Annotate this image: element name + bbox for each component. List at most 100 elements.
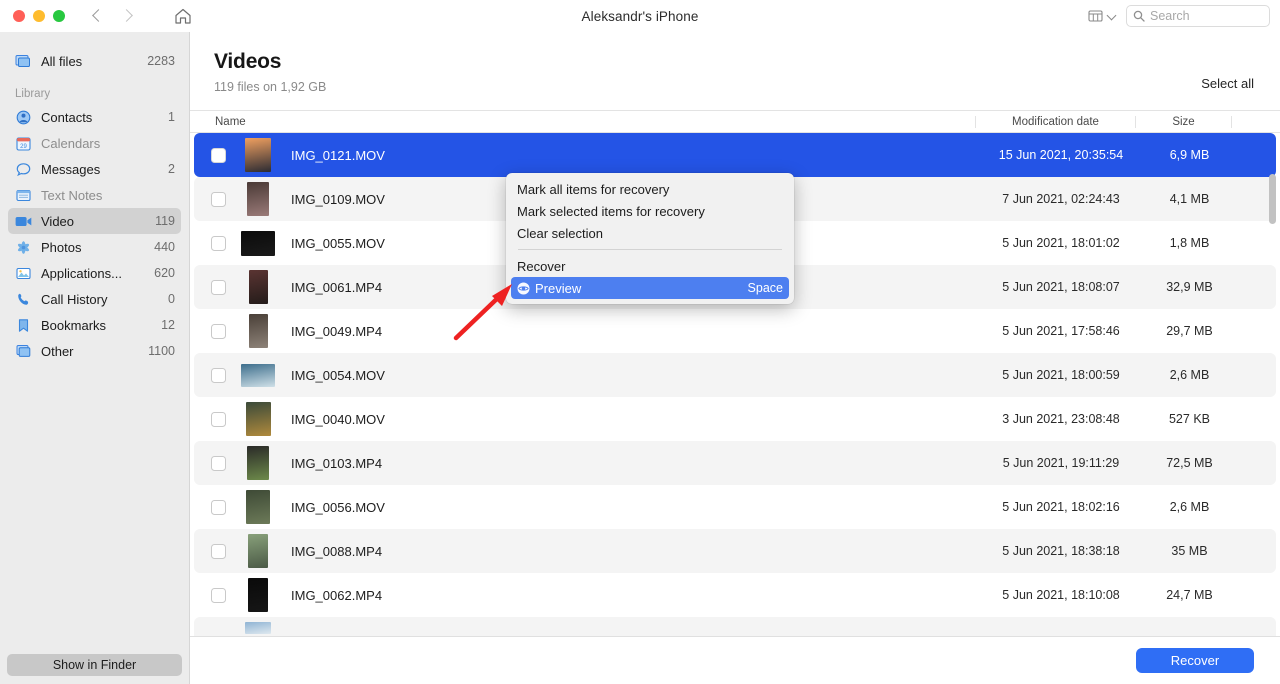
page-subtitle: 119 files on 1,92 GB (214, 80, 327, 94)
search-field[interactable] (1126, 5, 1270, 27)
row-checkbox[interactable] (211, 499, 226, 515)
sidebar-item-contacts[interactable]: Contacts 1 (8, 104, 181, 130)
file-modification-date: 7 Jun 2021, 02:24:43 (1002, 192, 1120, 206)
applications-icon (14, 266, 32, 281)
sidebar-item-count: 0 (168, 292, 175, 306)
sidebar-item-messages[interactable]: Messages 2 (8, 156, 181, 182)
messages-icon (14, 162, 32, 177)
file-size: 72,5 MB (1166, 456, 1213, 470)
file-size: 527 KB (1168, 412, 1210, 426)
column-header-name[interactable]: Name (190, 116, 975, 128)
context-menu-item-recover[interactable]: Recover (511, 255, 789, 277)
file-modification-date: 5 Jun 2021, 18:38:18 (1002, 544, 1120, 558)
sidebar: All files 2283 Library Contacts 1 29 Calend… (0, 32, 190, 684)
vertical-scrollbar[interactable] (1269, 136, 1276, 644)
context-menu-item-mark-selected-items-for-recovery[interactable]: Mark selected items for recovery (511, 200, 789, 222)
recover-button[interactable]: Recover (1136, 648, 1254, 673)
main-header: Videos 119 files on 1,92 GB Select all (190, 32, 1280, 110)
bottom-bar: Recover (190, 636, 1280, 684)
file-thumbnail (241, 490, 275, 524)
app-window: Aleksandr's iPhone Search All files 2283… (0, 0, 1280, 684)
file-name: IMG_0121.MOV (291, 147, 385, 163)
row-checkbox[interactable] (211, 367, 226, 383)
sidebar-item-calendars[interactable]: 29 Calendars (8, 130, 181, 156)
file-thumbnail (241, 534, 275, 568)
sidebar-item-count: 1100 (148, 344, 175, 358)
file-modification-date: 3 Jun 2021, 23:08:48 (1002, 412, 1120, 426)
sidebar-item-label: Call History (41, 291, 108, 307)
sidebar-item-bookmarks[interactable]: Bookmarks 12 (8, 312, 181, 338)
file-name: IMG_0040.MOV (291, 411, 385, 427)
file-size: 1,8 MB (1169, 236, 1210, 250)
search-icon (1133, 10, 1145, 22)
menu-item-label: Mark selected items for recovery (517, 203, 705, 219)
column-header-date[interactable]: Modification date (975, 115, 1135, 128)
svg-text:29: 29 (20, 144, 27, 150)
table-row[interactable]: IMG_0049.MP4 5 Jun 2021, 17:58:46 29,7 MB (194, 309, 1276, 353)
file-modification-date: 5 Jun 2021, 18:02:16 (1002, 500, 1120, 514)
page-title: Videos (214, 50, 282, 73)
sidebar-item-count: 620 (154, 266, 175, 280)
select-all-button[interactable]: Select all (1201, 76, 1254, 91)
table-row[interactable]: IMG_0103.MP4 5 Jun 2021, 19:11:29 72,5 MB (194, 441, 1276, 485)
file-modification-date: 15 Jun 2021, 20:35:54 (998, 148, 1124, 162)
sidebar-section-label: Library (15, 88, 51, 100)
table-row[interactable]: IMG_0054.MOV 5 Jun 2021, 18:00:59 2,6 MB (194, 353, 1276, 397)
row-checkbox[interactable] (211, 323, 226, 339)
sidebar-item-label: Other (41, 343, 74, 359)
file-size: 2,6 MB (1169, 368, 1210, 382)
file-modification-date: 5 Jun 2021, 18:01:02 (1002, 236, 1120, 250)
sidebar-item-label: Messages (41, 161, 101, 177)
column-header-size[interactable]: Size (1135, 115, 1232, 128)
context-menu-item-clear-selection[interactable]: Clear selection (511, 222, 789, 244)
context-menu[interactable]: Mark all items for recovery Mark selected… (506, 173, 794, 304)
sidebar-item-label: Photos (41, 239, 82, 255)
table-row[interactable]: IMG_0056.MOV 5 Jun 2021, 18:02:16 2,6 MB (194, 485, 1276, 529)
file-thumbnail (241, 402, 275, 436)
sidebar-item-all-files[interactable]: All files 2283 (8, 48, 181, 74)
scrollbar-thumb[interactable] (1269, 174, 1276, 224)
file-thumbnail (241, 578, 275, 612)
notes-icon (14, 188, 32, 203)
row-checkbox[interactable] (211, 543, 226, 559)
sidebar-item-photos[interactable]: Photos 440 (8, 234, 181, 260)
file-thumbnail (241, 446, 275, 480)
row-checkbox[interactable] (211, 279, 226, 295)
table-row[interactable]: IMG_0088.MP4 5 Jun 2021, 18:38:18 35 MB (194, 529, 1276, 573)
view-mode-button[interactable] (1085, 7, 1120, 25)
chevron-down-icon (1108, 12, 1117, 21)
titlebar: Aleksandr's iPhone (0, 0, 1280, 32)
other-icon (14, 344, 32, 358)
table-row[interactable]: IMG_0040.MOV 3 Jun 2021, 23:08:48 527 KB (194, 397, 1276, 441)
search-input[interactable] (1150, 9, 1262, 23)
sidebar-item-applications[interactable]: Applications... 620 (8, 260, 181, 286)
table-row[interactable]: IMG_0121.MOV 15 Jun 2021, 20:35:54 6,9 MB (194, 133, 1276, 177)
bookmark-icon (14, 318, 32, 333)
video-icon (14, 215, 32, 228)
table-row[interactable]: IMG_0062.MP4 5 Jun 2021, 18:10:08 24,7 MB (194, 573, 1276, 617)
row-checkbox[interactable] (211, 147, 226, 163)
menu-item-label: Recover (517, 258, 566, 274)
sidebar-item-count: 440 (154, 240, 175, 254)
calendar-icon: 29 (14, 136, 32, 151)
row-checkbox[interactable] (211, 235, 226, 251)
sidebar-item-count: 119 (155, 214, 175, 228)
file-modification-date: 5 Jun 2021, 17:58:46 (1002, 324, 1120, 338)
file-size: 4,1 MB (1169, 192, 1210, 206)
table-column-headers: Name Modification date Size (190, 110, 1280, 133)
file-thumbnail (241, 138, 275, 172)
sidebar-item-other[interactable]: Other 1100 (8, 338, 181, 364)
sidebar-item-count: 2 (168, 162, 175, 176)
row-checkbox[interactable] (211, 587, 226, 603)
sidebar-item-count: 2283 (147, 54, 175, 68)
row-checkbox[interactable] (211, 411, 226, 427)
context-menu-item-mark-all-items-for-recovery[interactable]: Mark all items for recovery (511, 178, 789, 200)
show-in-finder-button[interactable]: Show in Finder (7, 654, 182, 676)
sidebar-item-text-notes[interactable]: Text Notes (8, 182, 181, 208)
sidebar-item-call-history[interactable]: Call History 0 (8, 286, 181, 312)
row-checkbox[interactable] (211, 455, 226, 471)
row-checkbox[interactable] (211, 191, 226, 207)
context-menu-item-preview[interactable]: Preview Space (511, 277, 789, 299)
menu-item-shortcut: Space (747, 281, 783, 295)
sidebar-item-video[interactable]: Video 119 (8, 208, 181, 234)
